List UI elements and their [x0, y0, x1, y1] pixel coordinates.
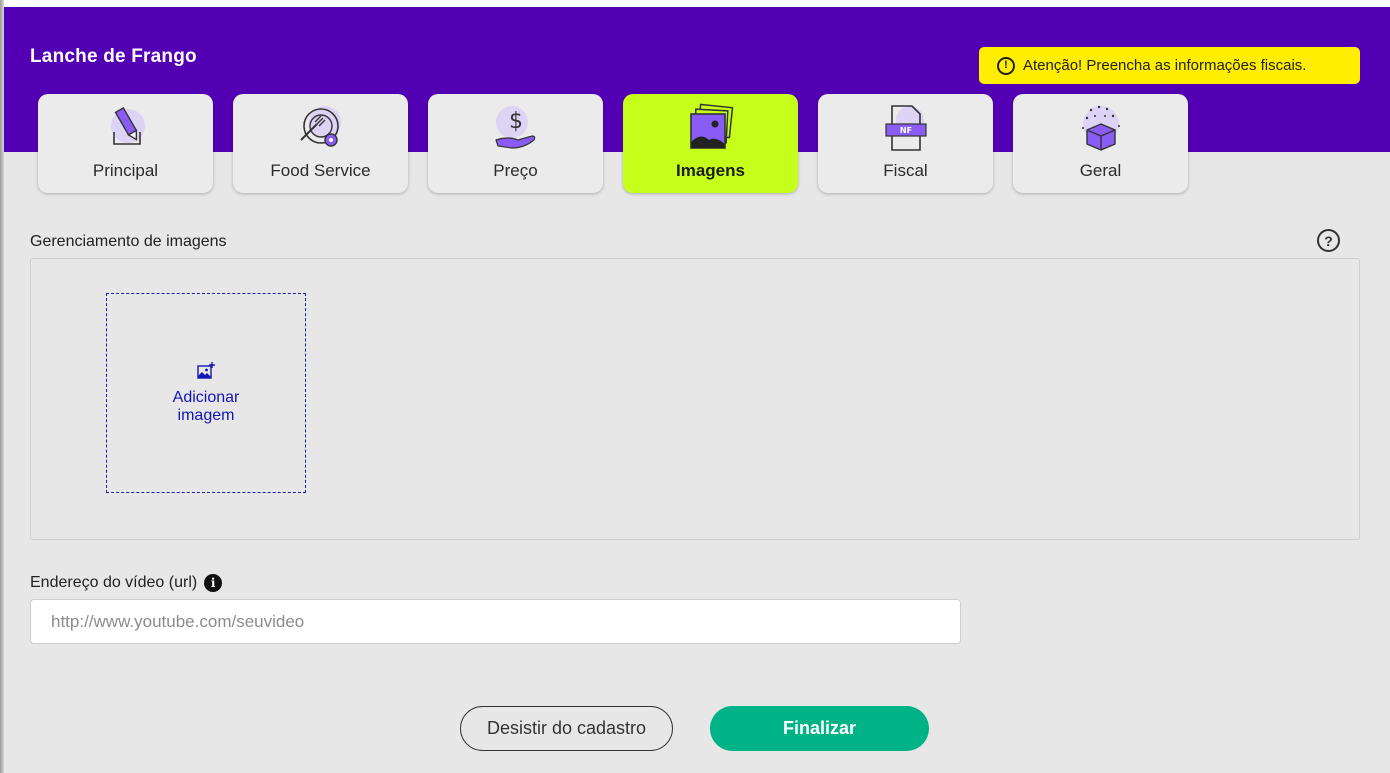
svg-text:$: $ [509, 109, 523, 134]
add-image-button[interactable]: Adicionar imagem [106, 293, 306, 493]
tab-label: Principal [92, 161, 159, 180]
plate-cutlery-icon [299, 106, 341, 147]
nf-document-icon: NF [884, 105, 927, 151]
svg-text:NF: NF [899, 126, 911, 135]
tab-fiscal[interactable]: NF Fiscal [818, 94, 993, 193]
fiscal-alert-banner: ! Atenção! Preencha as informações fisca… [979, 47, 1360, 84]
cancel-registration-button[interactable]: Desistir do cadastro [460, 706, 673, 751]
add-image-icon [197, 362, 215, 379]
images-stack-icon [689, 103, 733, 149]
tab-preco[interactable]: $ Preço [428, 94, 603, 193]
tab-label: Preço [493, 161, 538, 180]
help-icon[interactable]: ? [1317, 229, 1340, 252]
tab-geral[interactable]: Geral [1013, 94, 1188, 193]
tab-food-service[interactable]: Food Service [233, 94, 408, 193]
product-title: Lanche de Frango [30, 46, 197, 67]
video-url-input[interactable] [30, 599, 961, 644]
alert-circle-icon: ! [997, 56, 1015, 75]
add-image-label: Adicionar imagem [172, 389, 240, 424]
video-url-label: Endereço do vídeo (url) i [30, 574, 223, 592]
info-icon[interactable]: i [204, 574, 223, 592]
tab-label: Geral [1079, 161, 1122, 180]
alert-text: Atenção! Preencha as informações fiscais… [1023, 57, 1307, 74]
video-url-label-text: Endereço do vídeo (url) [30, 574, 198, 591]
pencil-icon [110, 106, 145, 145]
finish-button[interactable]: Finalizar [710, 706, 929, 751]
page: Lanche de Frango ! Atenção! Preencha as … [0, 0, 1390, 773]
left-edge-shadow [0, 0, 4, 773]
tab-label: Imagens [676, 161, 745, 180]
tab-label: Fiscal [883, 161, 928, 180]
dollar-hand-icon: $ [494, 106, 535, 149]
tab-label: Food Service [270, 161, 371, 180]
images-section-title: Gerenciamento de imagens [30, 233, 227, 250]
tab-bar: Principal Food Service $ Preço Imagens N… [38, 94, 1188, 193]
tab-principal[interactable]: Principal [38, 94, 213, 193]
top-strip [0, 0, 1390, 7]
box-sparkle-icon [1081, 105, 1120, 151]
tab-imagens[interactable]: Imagens [623, 94, 798, 193]
